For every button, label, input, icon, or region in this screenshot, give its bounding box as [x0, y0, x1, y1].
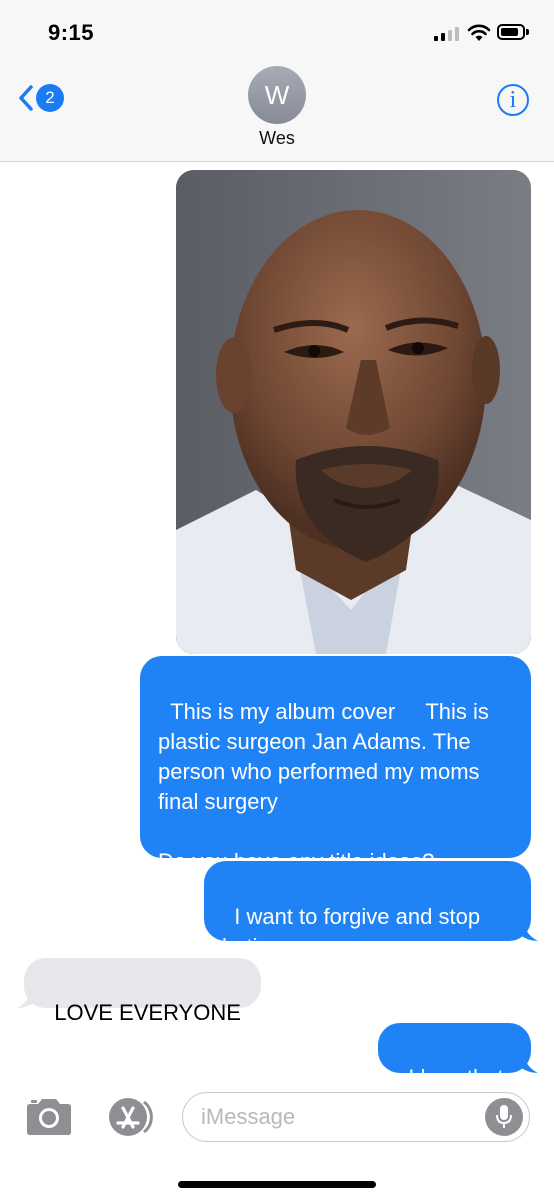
- message-input[interactable]: iMessage: [182, 1092, 530, 1142]
- contact-avatar[interactable]: W: [248, 66, 306, 124]
- microphone-icon: [496, 1105, 512, 1128]
- info-button[interactable]: i: [497, 84, 529, 116]
- received-message-bubble[interactable]: LOVE EVERYONE: [17, 958, 261, 1025]
- status-bar: 9:15: [0, 0, 554, 62]
- message-text: LOVE EVERYONE: [54, 1000, 241, 1025]
- contact-name[interactable]: Wes: [0, 128, 554, 149]
- back-button[interactable]: 2: [18, 84, 64, 112]
- app-store-icon[interactable]: [104, 1097, 156, 1137]
- conversation-header: 2 W Wes i: [0, 62, 554, 162]
- cellular-signal-icon: [434, 27, 459, 41]
- bubble-tail: [520, 923, 538, 941]
- image-message[interactable]: [176, 170, 531, 654]
- microphone-button[interactable]: [485, 1098, 523, 1136]
- home-indicator[interactable]: [178, 1181, 376, 1188]
- sent-message-bubble[interactable]: This is my album cover This is plastic s…: [140, 656, 531, 874]
- bubble-tail: [520, 1055, 538, 1073]
- sent-message-bubble[interactable]: I love that: [378, 1023, 538, 1090]
- bubble-tail: [17, 990, 35, 1008]
- message-text: This is my album cover This is plastic s…: [158, 699, 489, 874]
- message-input-placeholder: iMessage: [201, 1104, 296, 1129]
- message-text: I love that: [408, 1065, 504, 1090]
- portrait-photo: [176, 170, 531, 654]
- message-text: I want to forgive and stop hating: [222, 904, 487, 959]
- chevron-left-icon: [19, 85, 33, 111]
- wifi-icon: [467, 24, 491, 41]
- battery-icon: [497, 24, 529, 40]
- status-time: 9:15: [48, 20, 95, 45]
- camera-icon[interactable]: [24, 1097, 74, 1137]
- unread-badge: 2: [36, 84, 64, 112]
- sent-message-bubble[interactable]: I want to forgive and stop hating: [204, 861, 538, 959]
